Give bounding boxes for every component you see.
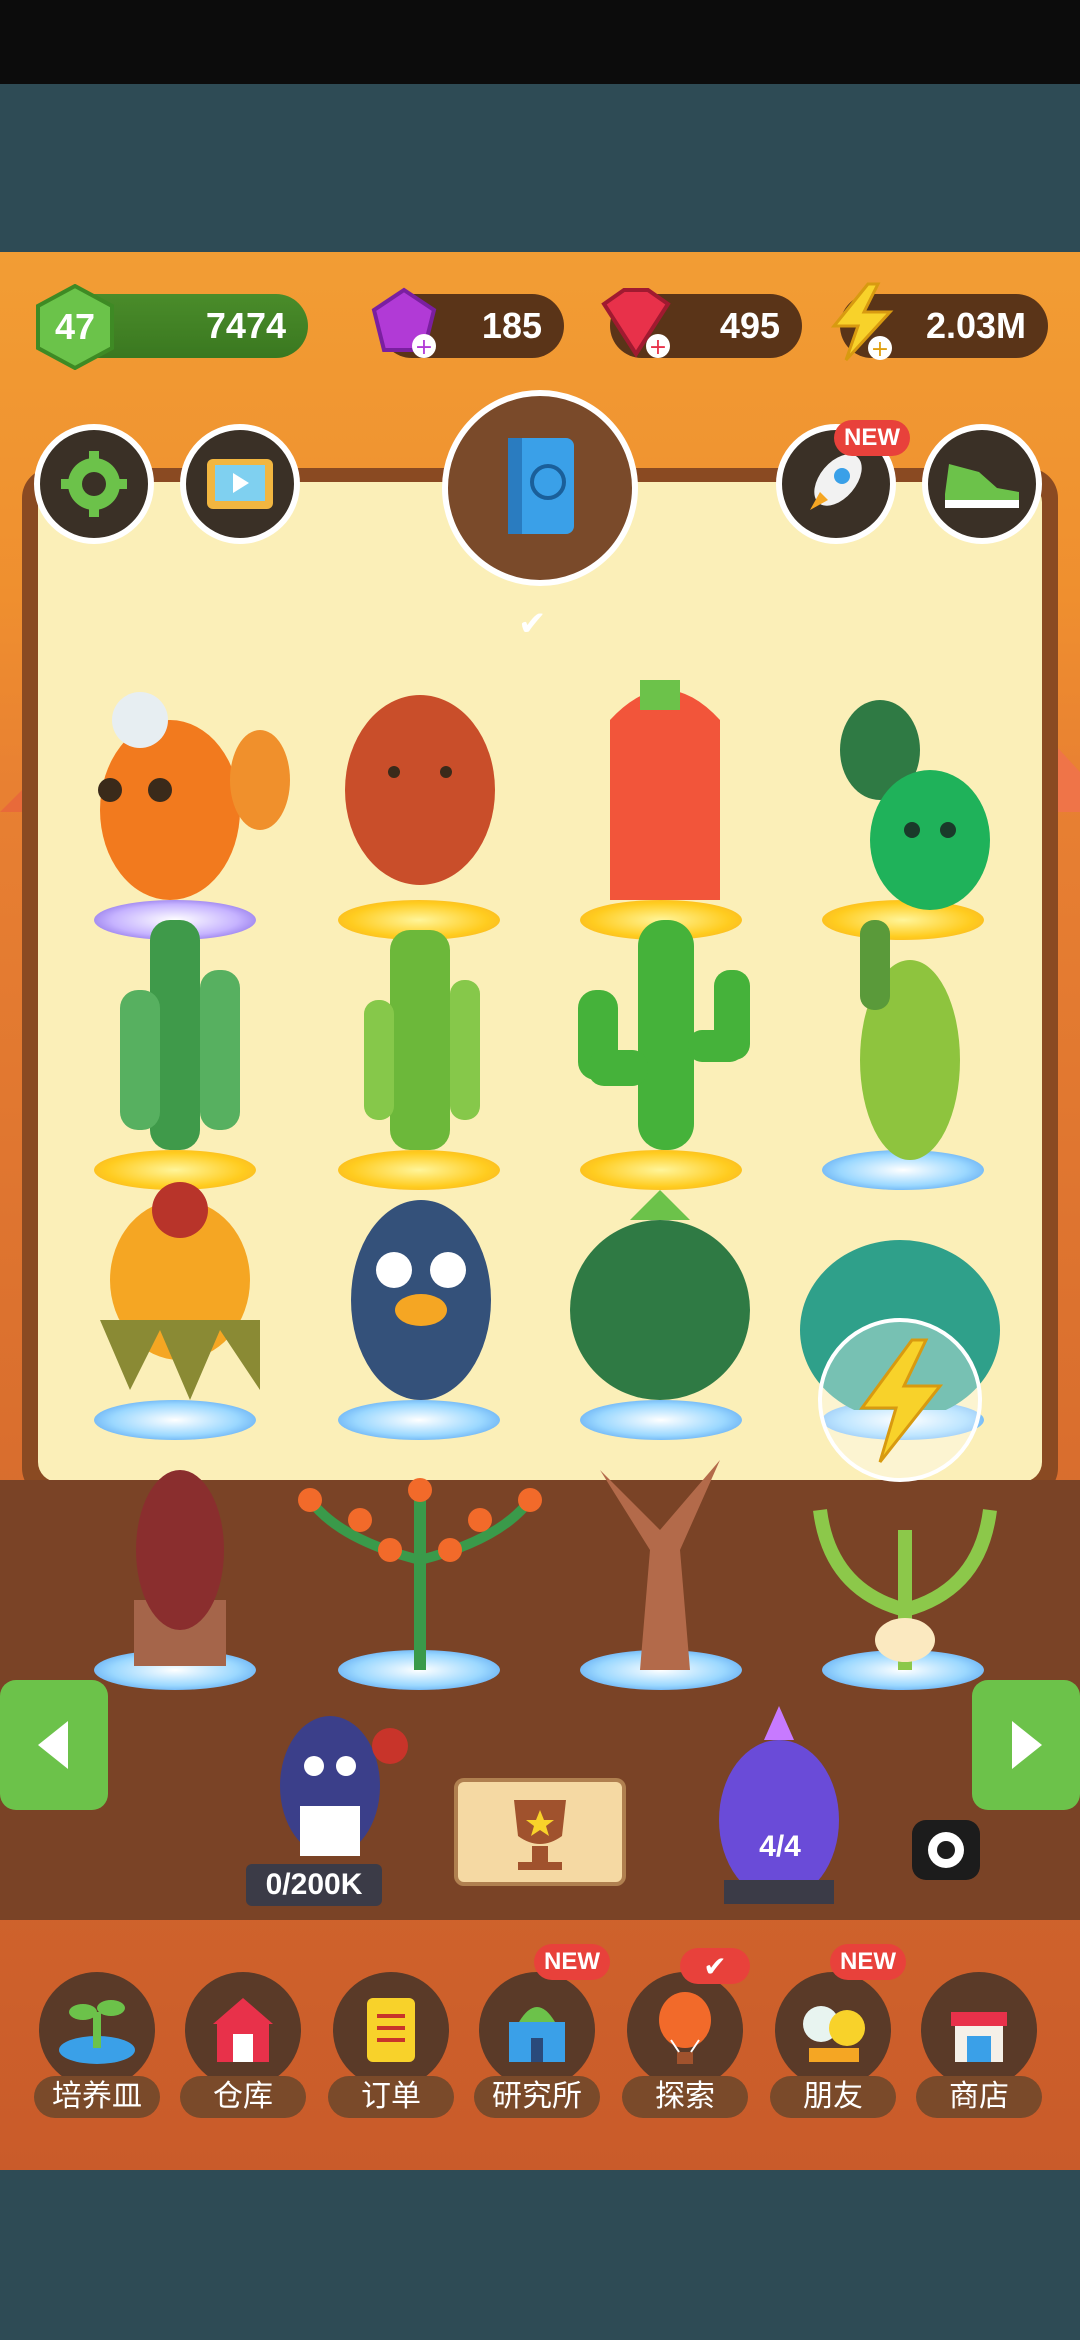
sneaker-button[interactable] xyxy=(922,424,1042,544)
nav-explore[interactable]: 探索 xyxy=(622,1972,748,2122)
svg-text:+: + xyxy=(415,335,433,360)
nav-orders[interactable]: 订单 xyxy=(328,1972,454,2122)
cactus-maroon[interactable] xyxy=(120,1460,240,1670)
check-mark-icon: ✔ xyxy=(518,604,547,644)
cactus-tall-coral[interactable] xyxy=(580,660,750,910)
nav-petri-dish[interactable]: 培养皿 xyxy=(34,1972,160,2122)
nav-label: 仓库 xyxy=(180,2076,306,2118)
cactus-leafy-yellow[interactable] xyxy=(90,1180,270,1410)
nav-label: 订单 xyxy=(328,2076,454,2118)
balloon-icon xyxy=(627,1972,743,2088)
friends-new-badge: NEW xyxy=(830,1944,906,1980)
shop-icon xyxy=(921,1972,1037,2088)
nav-label: 商店 xyxy=(916,2076,1042,2118)
cactus-paddle-green[interactable] xyxy=(820,690,1000,910)
nav-laboratory[interactable]: 研究所 xyxy=(474,1972,600,2122)
nav-label: 培养皿 xyxy=(34,2076,160,2118)
blue-book-icon xyxy=(508,438,574,534)
friends-icon xyxy=(775,1972,891,2088)
arrow-right-icon xyxy=(1012,1721,1042,1769)
cactus-barrel-green[interactable] xyxy=(550,1190,770,1410)
ruby-value: 495 xyxy=(719,305,780,346)
next-page-button[interactable] xyxy=(972,1680,1080,1810)
maid-progress: 0/200K xyxy=(246,1864,382,1906)
bottom-banner-background xyxy=(0,2170,1080,2340)
cactus-round-red[interactable] xyxy=(330,660,510,910)
energy-value: 2.03M xyxy=(925,305,1026,346)
nav-friends[interactable]: 朋友 xyxy=(770,1972,896,2122)
barn-icon xyxy=(185,1972,301,2088)
top-banner-background xyxy=(0,84,1080,252)
cactus-column-lime[interactable] xyxy=(350,900,490,1160)
settings-button[interactable] xyxy=(34,424,154,544)
rocket-icon xyxy=(810,454,862,510)
lightning-icon[interactable]: + xyxy=(824,280,900,364)
trophy-icon xyxy=(514,1800,566,1870)
status-bar xyxy=(0,0,1080,84)
lab-icon xyxy=(479,1972,595,2088)
purple-gem-icon[interactable]: + xyxy=(364,284,444,364)
rocket-new-badge: NEW xyxy=(834,420,910,456)
scroll-icon xyxy=(333,1972,449,2088)
nav-warehouse[interactable]: 仓库 xyxy=(180,1972,306,2122)
lab-new-badge: NEW xyxy=(534,1944,610,1980)
cactus-cluster-green[interactable] xyxy=(110,910,250,1160)
explore-check-badge: ✔ xyxy=(680,1948,750,1984)
svg-text:+: + xyxy=(871,337,889,362)
gear-icon xyxy=(61,451,127,517)
sneaker-icon xyxy=(945,464,1019,508)
cactus-coral-vine[interactable] xyxy=(790,1470,1020,1670)
crystal-progress: 4/4 xyxy=(759,1830,801,1863)
cactus-bare-tree[interactable] xyxy=(540,1430,780,1670)
energy-bubble-icon[interactable] xyxy=(816,1316,984,1484)
svg-text:+: + xyxy=(649,335,667,360)
crystal-monster-character[interactable] xyxy=(704,1700,854,1908)
sprout-icon xyxy=(39,1972,155,2088)
nav-label: 朋友 xyxy=(770,2076,896,2118)
cactus-cloud-orange[interactable] xyxy=(50,660,300,910)
cactus-pickle[interactable] xyxy=(840,910,990,1160)
gem-value: 185 xyxy=(481,305,542,346)
camera-icon[interactable] xyxy=(906,1810,986,1890)
cactus-flower-tree[interactable] xyxy=(280,1460,560,1670)
cactus-saguaro[interactable] xyxy=(568,910,758,1160)
previous-page-button[interactable] xyxy=(0,1680,108,1810)
arrow-left-icon xyxy=(38,1721,68,1769)
nav-shop[interactable]: 商店 xyxy=(916,1972,1042,2122)
nav-label: 研究所 xyxy=(474,2076,600,2118)
video-ad-button[interactable] xyxy=(180,424,300,544)
maid-monster-character[interactable] xyxy=(260,1696,420,1864)
trophy-button[interactable] xyxy=(454,1778,626,1886)
level-value: 47 xyxy=(54,306,96,347)
cactus-book-button[interactable] xyxy=(442,390,638,586)
nav-label: 探索 xyxy=(622,2076,748,2118)
coin-value: 7474 xyxy=(205,305,286,346)
cactus-blue-bird[interactable] xyxy=(336,1190,506,1410)
tv-icon xyxy=(207,459,273,509)
ruby-heart-icon[interactable]: + xyxy=(594,284,678,364)
